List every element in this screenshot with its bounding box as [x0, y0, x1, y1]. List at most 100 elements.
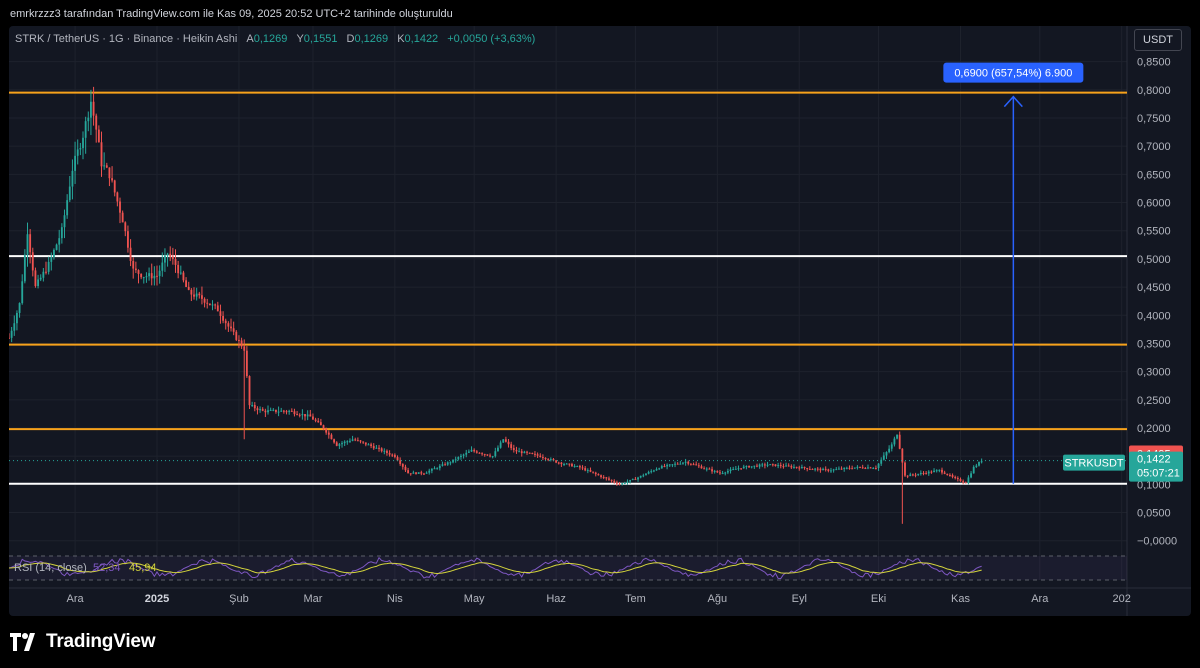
candle-body[interactable] [251, 405, 254, 407]
candle-body[interactable] [378, 447, 380, 449]
candle-body[interactable] [50, 257, 53, 262]
candle-body[interactable] [169, 253, 172, 257]
candle-body[interactable] [272, 409, 275, 411]
candle-body[interactable] [473, 449, 476, 452]
candle-body[interactable] [941, 469, 943, 473]
candle-body[interactable] [859, 466, 861, 468]
candle-body[interactable] [512, 448, 515, 450]
candle-body[interactable] [211, 304, 214, 306]
candle-body[interactable] [943, 472, 946, 474]
candle-body[interactable] [148, 273, 151, 277]
candle-body[interactable] [576, 466, 579, 468]
candle-body[interactable] [853, 467, 856, 469]
candle-body[interactable] [16, 312, 18, 324]
candle-body[interactable] [259, 409, 262, 411]
candle-body[interactable] [531, 453, 534, 455]
candle-body[interactable] [9, 337, 10, 339]
candle-body[interactable] [753, 465, 756, 467]
candle-body[interactable] [396, 457, 399, 461]
candle-body[interactable] [882, 455, 885, 460]
candle-body[interactable] [970, 473, 972, 478]
candle-body[interactable] [761, 464, 764, 466]
candle-body[interactable] [948, 474, 951, 476]
candle-body[interactable] [697, 465, 700, 467]
candle-body[interactable] [800, 466, 803, 469]
candle-body[interactable] [95, 115, 98, 130]
candle-body[interactable] [446, 462, 449, 465]
candle-body[interactable] [462, 454, 465, 456]
candle-body[interactable] [547, 459, 550, 461]
candle-body[interactable] [45, 271, 47, 273]
candle-body[interactable] [206, 302, 209, 304]
candle-body[interactable] [478, 452, 481, 454]
candle-body[interactable] [58, 238, 61, 245]
candle-body[interactable] [645, 473, 647, 476]
candle-body[interactable] [171, 256, 174, 260]
candle-body[interactable] [782, 466, 785, 468]
candle-body[interactable] [584, 468, 587, 471]
candle-body[interactable] [774, 464, 777, 467]
candle-body[interactable] [904, 462, 906, 476]
candle-body[interactable] [37, 279, 39, 287]
candle-body[interactable] [156, 275, 158, 277]
candle-body[interactable] [124, 222, 127, 232]
candle-body[interactable] [134, 268, 137, 271]
candle-body[interactable] [518, 451, 521, 453]
candle-body[interactable] [407, 470, 410, 474]
candle-body[interactable] [708, 468, 711, 470]
candle-body[interactable] [412, 472, 415, 474]
candle-body[interactable] [486, 454, 489, 456]
candle-body[interactable] [700, 466, 703, 469]
candle-body[interactable] [195, 293, 198, 297]
candle-body[interactable] [267, 410, 269, 413]
candle-body[interactable] [436, 468, 439, 470]
candle-body[interactable] [571, 464, 573, 467]
candle-body[interactable] [814, 468, 817, 470]
candle-body[interactable] [848, 467, 851, 469]
candle-body[interactable] [121, 212, 124, 223]
candle-body[interactable] [208, 303, 211, 306]
candle-body[interactable] [885, 452, 888, 456]
candle-body[interactable] [830, 470, 832, 472]
candle-body[interactable] [695, 464, 698, 466]
candle-body[interactable] [972, 466, 975, 474]
candle-body[interactable] [964, 482, 967, 484]
candle-body[interactable] [74, 155, 77, 171]
candle-body[interactable] [391, 454, 394, 456]
candle-body[interactable] [536, 454, 539, 456]
candle-body[interactable] [42, 271, 45, 278]
candle-body[interactable] [610, 479, 613, 481]
candle-body[interactable] [898, 434, 901, 449]
candle-body[interactable] [158, 270, 161, 277]
candle-body[interactable] [335, 442, 338, 446]
candle-body[interactable] [499, 442, 502, 448]
candle-body[interactable] [824, 468, 827, 470]
candle-body[interactable] [745, 466, 748, 468]
candle-body[interactable] [676, 463, 679, 465]
candle-body[interactable] [671, 464, 674, 466]
candle-body[interactable] [589, 470, 592, 472]
candle-body[interactable] [216, 305, 219, 312]
candle-body[interactable] [182, 272, 185, 281]
candle-body[interactable] [90, 101, 92, 118]
candle-body[interactable] [222, 315, 225, 321]
candle-body[interactable] [906, 475, 909, 477]
candle-body[interactable] [922, 473, 925, 475]
candle-body[interactable] [100, 142, 103, 167]
candle-body[interactable] [526, 451, 528, 453]
candle-body[interactable] [597, 474, 600, 476]
candle-body[interactable] [639, 475, 642, 478]
candle-body[interactable] [864, 468, 867, 470]
candle-body[interactable] [877, 463, 880, 469]
candle-body[interactable] [510, 444, 513, 449]
candle-body[interactable] [370, 444, 373, 447]
candle-body[interactable] [483, 454, 486, 456]
candle-body[interactable] [60, 227, 63, 239]
candle-body[interactable] [705, 468, 708, 470]
candle-body[interactable] [235, 331, 238, 340]
candle-body[interactable] [441, 464, 444, 466]
candle-body[interactable] [399, 460, 402, 464]
candle-body[interactable] [26, 234, 29, 255]
candle-body[interactable] [555, 460, 558, 463]
candle-body[interactable] [66, 200, 69, 216]
